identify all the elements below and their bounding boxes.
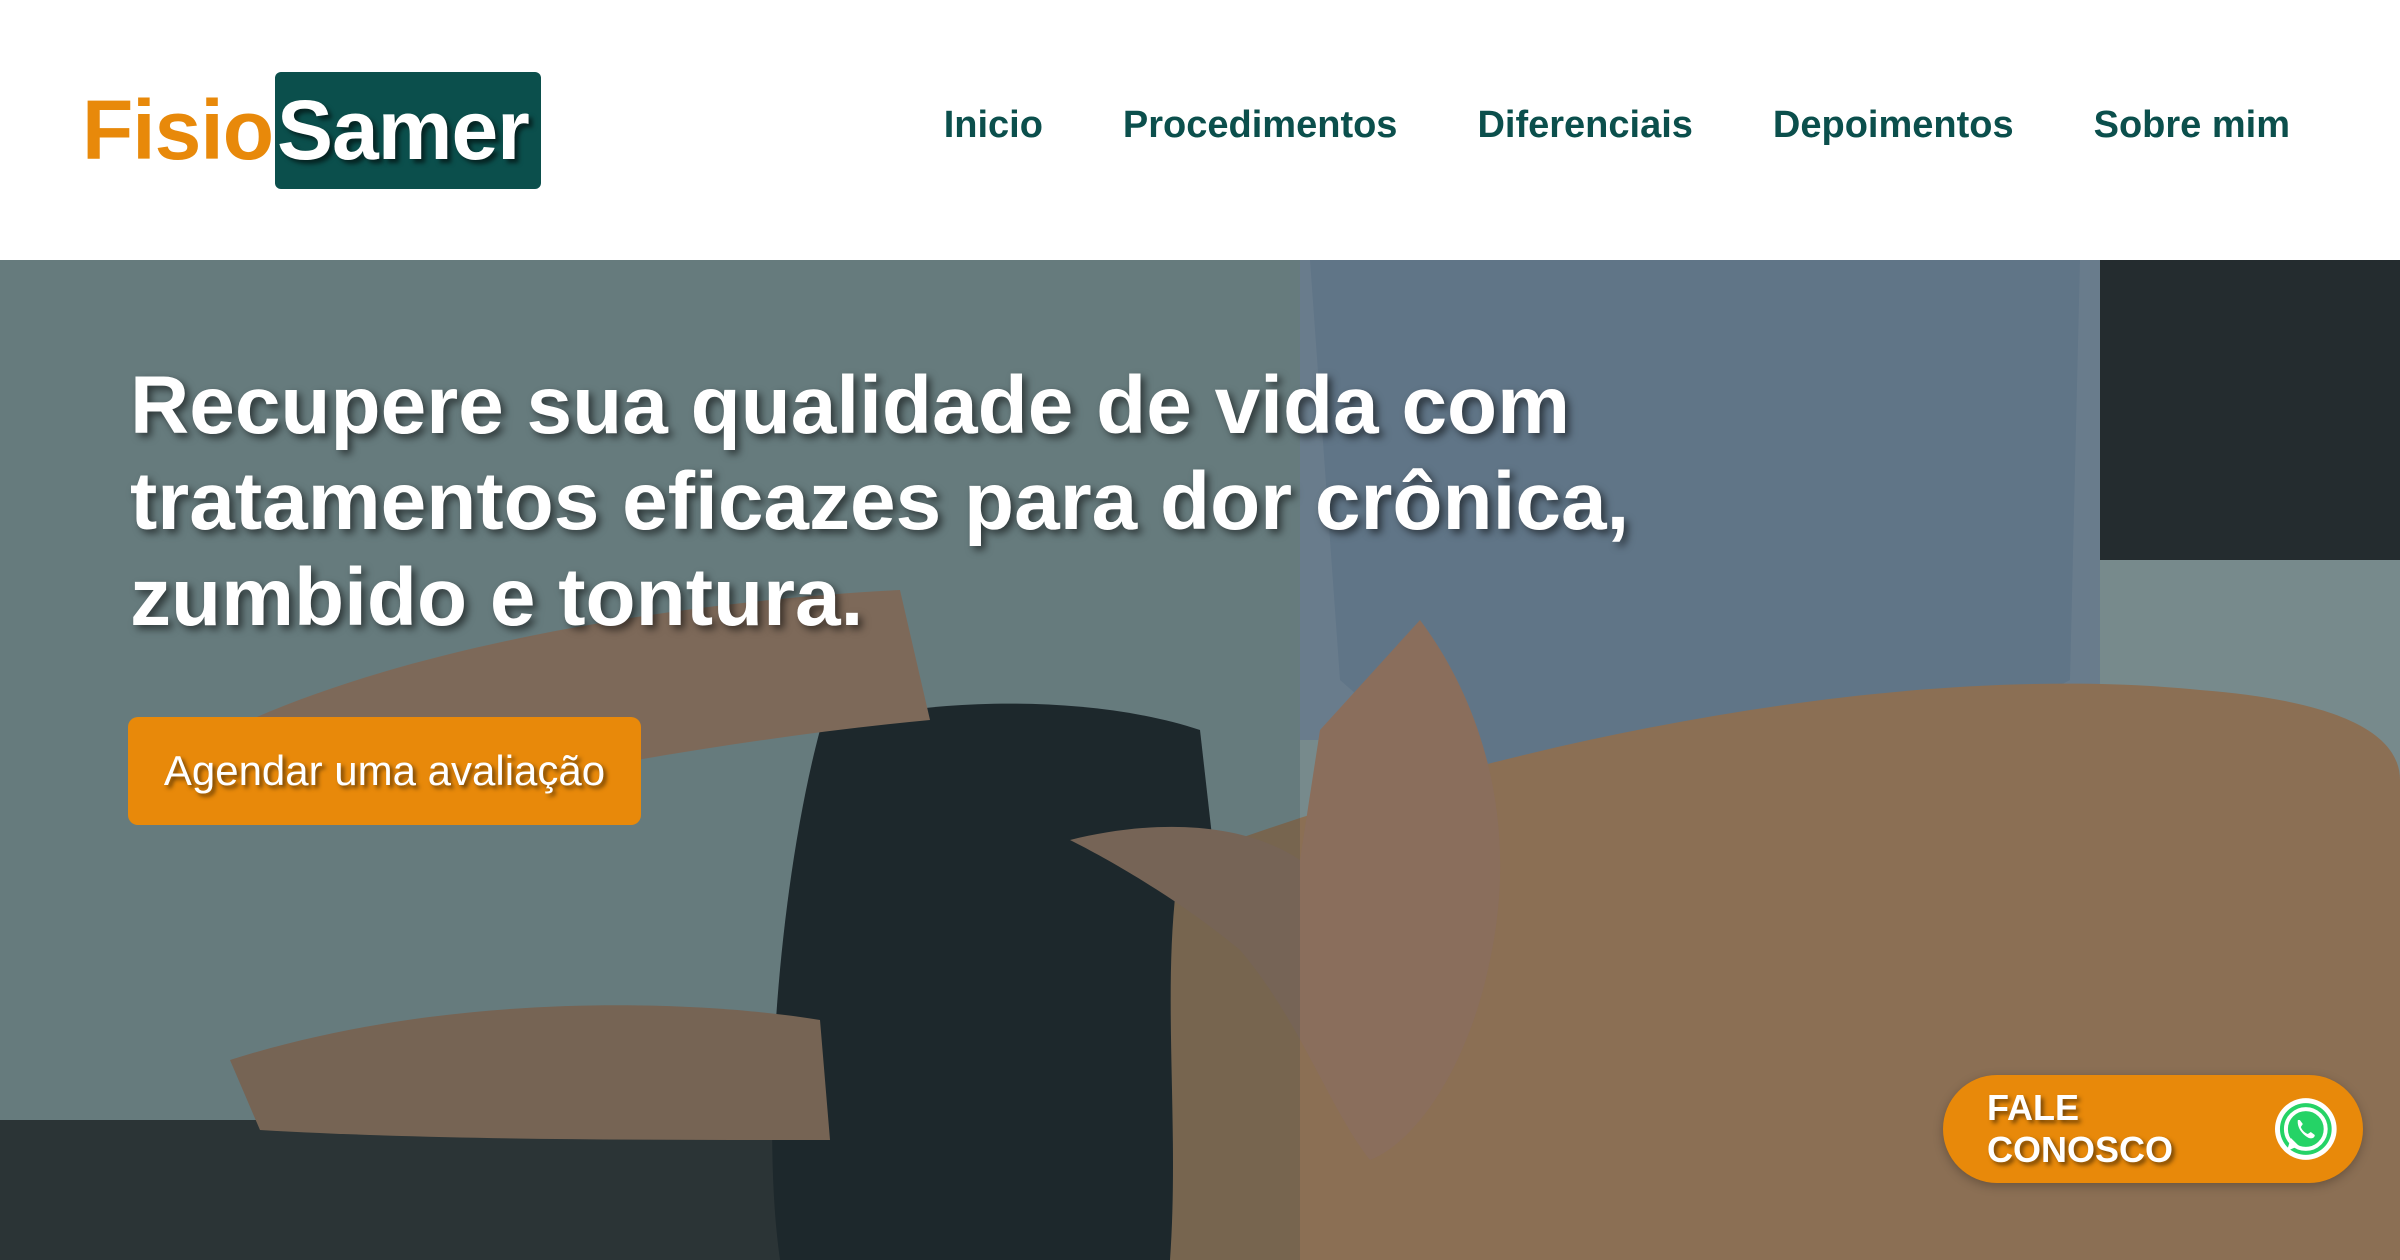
main-nav: Inicio Procedimentos Diferenciais Depoim… (944, 104, 2290, 147)
site-logo[interactable]: Fisio Samer (82, 72, 541, 189)
hero-section: Recupere sua qualidade de vida com trata… (0, 260, 2400, 1260)
fale-conosco-label: FALE CONOSCO (1987, 1087, 2174, 1170)
hero-headline: Recupere sua qualidade de vida com trata… (130, 360, 1630, 643)
nav-item-procedimentos[interactable]: Procedimentos (1123, 104, 1398, 147)
nav-item-inicio[interactable]: Inicio (944, 104, 1043, 147)
nav-item-diferenciais[interactable]: Diferenciais (1477, 104, 1692, 147)
fale-conosco-button[interactable]: FALE CONOSCO (1943, 1075, 2363, 1183)
logo-text-samer: Samer (275, 72, 541, 189)
nav-item-sobre-mim[interactable]: Sobre mim (2094, 104, 2290, 147)
nav-item-depoimentos[interactable]: Depoimentos (1773, 104, 2014, 147)
whatsapp-icon (2275, 1098, 2338, 1160)
schedule-evaluation-button[interactable]: Agendar uma avaliação (128, 717, 641, 825)
logo-text-fisio: Fisio (82, 83, 274, 177)
site-header: Fisio Samer Inicio Procedimentos Diferen… (0, 0, 2400, 260)
